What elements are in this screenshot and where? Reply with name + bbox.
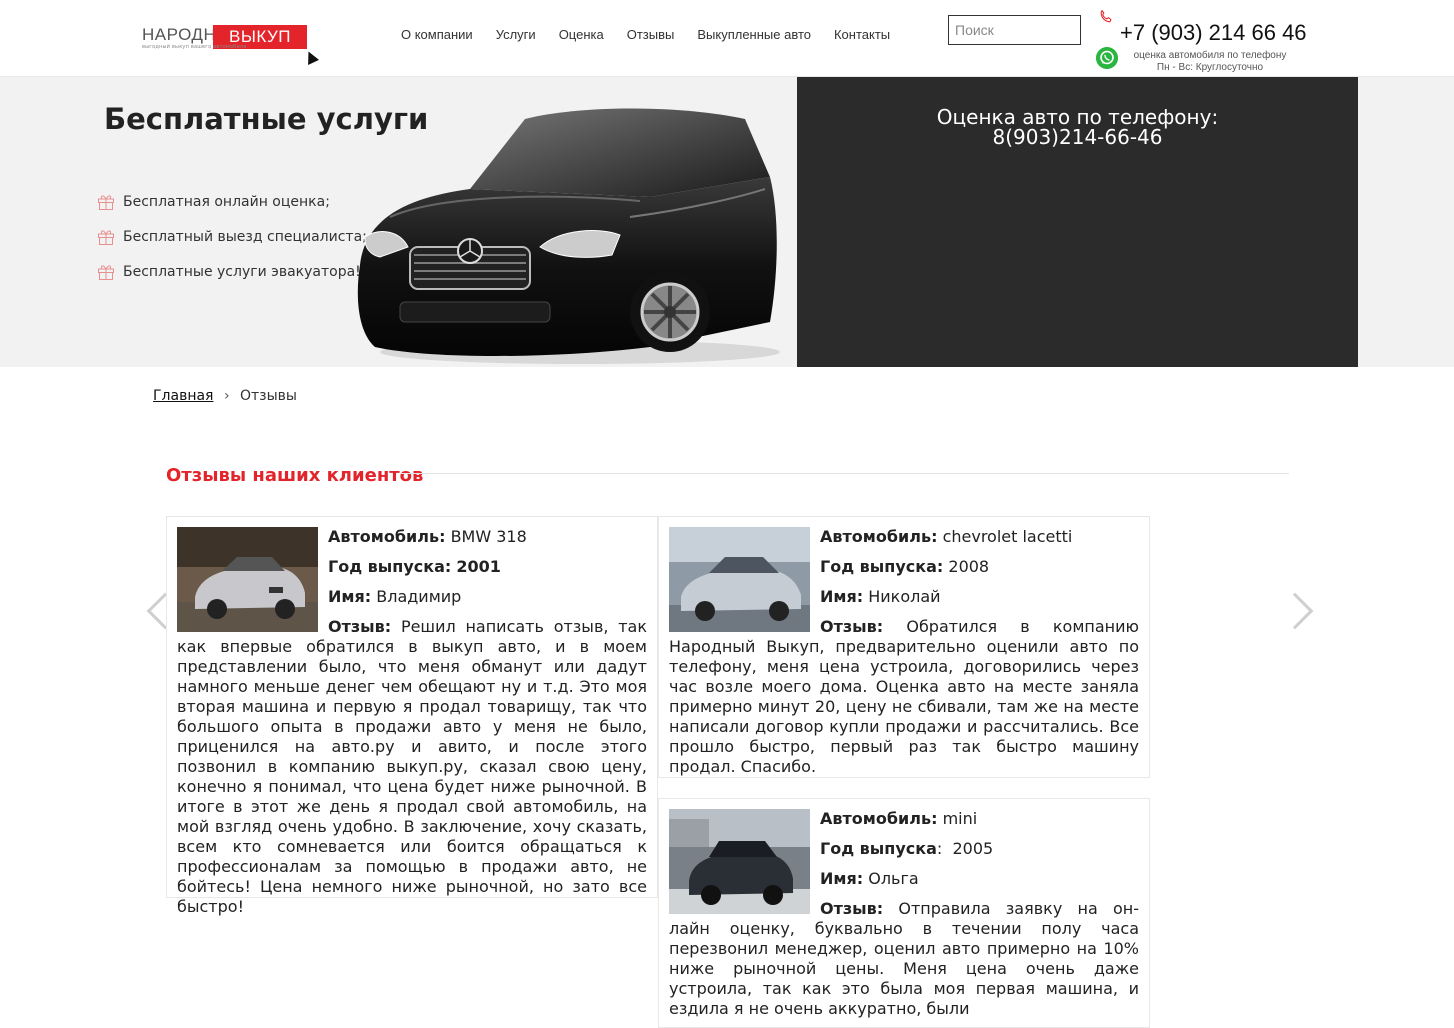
review-text-block: Отзыв: Отправила заявку на он-лайн оценк… bbox=[669, 899, 1139, 1019]
breadcrumb-home-link[interactable]: Главная bbox=[153, 388, 213, 404]
main-nav: О компании Услуги Оценка Отзывы Выкуплен… bbox=[401, 27, 913, 42]
review-card: Автомобиль: BMW 318 Год выпуска: 2001 Им… bbox=[166, 516, 658, 916]
car-label: Автомобиль: bbox=[328, 527, 446, 546]
benefit-item: Бесплатный выезд специалиста; bbox=[97, 219, 367, 254]
phone-note-line-1: оценка автомобиля по телефону bbox=[1133, 50, 1287, 61]
gift-icon bbox=[98, 230, 114, 245]
name-label: Имя: bbox=[820, 587, 864, 606]
name-value: Владимир bbox=[376, 587, 462, 606]
reviews-section-title: Отзывы наших клиентов bbox=[166, 465, 424, 486]
phone-note-line-2: Пн - Вс: Круглосуточно bbox=[1156, 62, 1264, 73]
review-car-photo bbox=[669, 527, 810, 632]
car-value: chevrolet lacetti bbox=[942, 527, 1073, 546]
year-value: 2001 bbox=[456, 557, 501, 576]
title-divider bbox=[400, 473, 1289, 474]
phone-icon bbox=[1100, 10, 1112, 23]
phone-evaluation-text: Оценка авто по телефону: 8(903)214-66-46 bbox=[797, 107, 1358, 147]
benefit-text: Бесплатные услуги эвакуатора! bbox=[123, 263, 361, 280]
gift-icon bbox=[98, 195, 114, 210]
year-value: 2005 bbox=[952, 839, 994, 858]
review-text: Отправила заявку на он-лайн оценку, букв… bbox=[669, 899, 1139, 1018]
site-header: НАРОДНЫЙ ВЫКУП выгодный выкуп вашего авт… bbox=[0, 0, 1454, 77]
benefit-item: Бесплатная онлайн оценка; bbox=[97, 184, 367, 219]
review-text-block: Отзыв: Обратился в компанию Народ­ный Вы… bbox=[669, 617, 1139, 777]
breadcrumb-current: Отзывы bbox=[240, 388, 297, 404]
benefit-text: Бесплатный выезд специалиста; bbox=[123, 228, 367, 245]
carousel-next-arrow-icon[interactable] bbox=[1276, 592, 1314, 630]
nav-item-valuation[interactable]: Оценка bbox=[559, 27, 604, 42]
services-banner: Бесплатные услуги Бесплатная онлайн оцен… bbox=[0, 77, 1454, 367]
name-label: Имя: bbox=[820, 869, 864, 888]
car-label: Автомобиль: bbox=[820, 527, 938, 546]
name-label: Имя: bbox=[328, 587, 372, 606]
nav-item-about[interactable]: О компании bbox=[401, 27, 473, 42]
review-label: Отзыв: bbox=[328, 617, 392, 636]
header-phone-number[interactable]: +7 (903) 214 66 46 bbox=[1120, 20, 1307, 46]
review-car-photo bbox=[177, 527, 318, 632]
breadcrumb-separator: › bbox=[223, 388, 230, 404]
phone-evaluation-line-1: Оценка авто по телефону: bbox=[936, 105, 1219, 129]
benefits-list: Бесплатная онлайн оценка; Бесплатный вые… bbox=[97, 184, 367, 289]
car-label: Автомобиль: bbox=[820, 809, 938, 828]
review-text-block: Отзыв: Решил написать отзыв, так как впе… bbox=[177, 617, 647, 917]
review-card: Автомобиль: chevrolet lacetti Год выпуск… bbox=[658, 516, 1150, 778]
gift-icon bbox=[98, 265, 114, 280]
year-label: Год выпуска: bbox=[820, 557, 944, 576]
search-input[interactable] bbox=[948, 15, 1081, 45]
review-text: Обратился в компанию Народ­ный Выкуп, пр… bbox=[669, 617, 1139, 776]
review-label: Отзыв: bbox=[820, 899, 884, 918]
banner-car-image bbox=[357, 108, 780, 364]
breadcrumb: Главная › Отзывы bbox=[153, 388, 297, 404]
year-label: Год выпуска: bbox=[328, 557, 452, 576]
logo-tagline: выгодный выкуп вашего автомобиля bbox=[142, 44, 247, 50]
nav-item-reviews[interactable]: Отзывы bbox=[627, 27, 675, 42]
phone-evaluation-line-2[interactable]: 8(903)214-66-46 bbox=[797, 127, 1358, 147]
nav-item-contacts[interactable]: Контакты bbox=[834, 27, 890, 42]
phone-evaluation-panel: Оценка авто по телефону: 8(903)214-66-46 bbox=[797, 77, 1358, 367]
review-car-photo bbox=[669, 809, 810, 914]
phone-note: оценка автомобиля по телефону Пн - Вс: К… bbox=[1122, 50, 1298, 74]
review-card: Автомобиль: mini Год выпуска: 2005 Имя: … bbox=[658, 798, 1150, 1028]
name-value: Ольга bbox=[868, 869, 919, 888]
year-value: 2008 bbox=[948, 557, 990, 576]
nav-item-services[interactable]: Услуги bbox=[496, 27, 536, 42]
nav-item-bought-cars[interactable]: Выкупленные авто bbox=[697, 27, 811, 42]
car-value: BMW 318 bbox=[450, 527, 527, 546]
benefit-item: Бесплатные услуги эвакуатора! bbox=[97, 254, 367, 289]
review-label: Отзыв: bbox=[820, 617, 884, 636]
whatsapp-icon[interactable] bbox=[1096, 47, 1118, 69]
year-label: Год выпуска bbox=[820, 839, 937, 858]
site-logo[interactable]: НАРОДНЫЙ ВЫКУП выгодный выкуп вашего авт… bbox=[142, 25, 308, 53]
benefit-text: Бесплатная онлайн оценка; bbox=[123, 193, 330, 210]
car-value: mini bbox=[942, 809, 978, 828]
name-value: Николай bbox=[868, 587, 941, 606]
review-text: Решил написать отзыв, так как впервые об… bbox=[177, 617, 647, 916]
